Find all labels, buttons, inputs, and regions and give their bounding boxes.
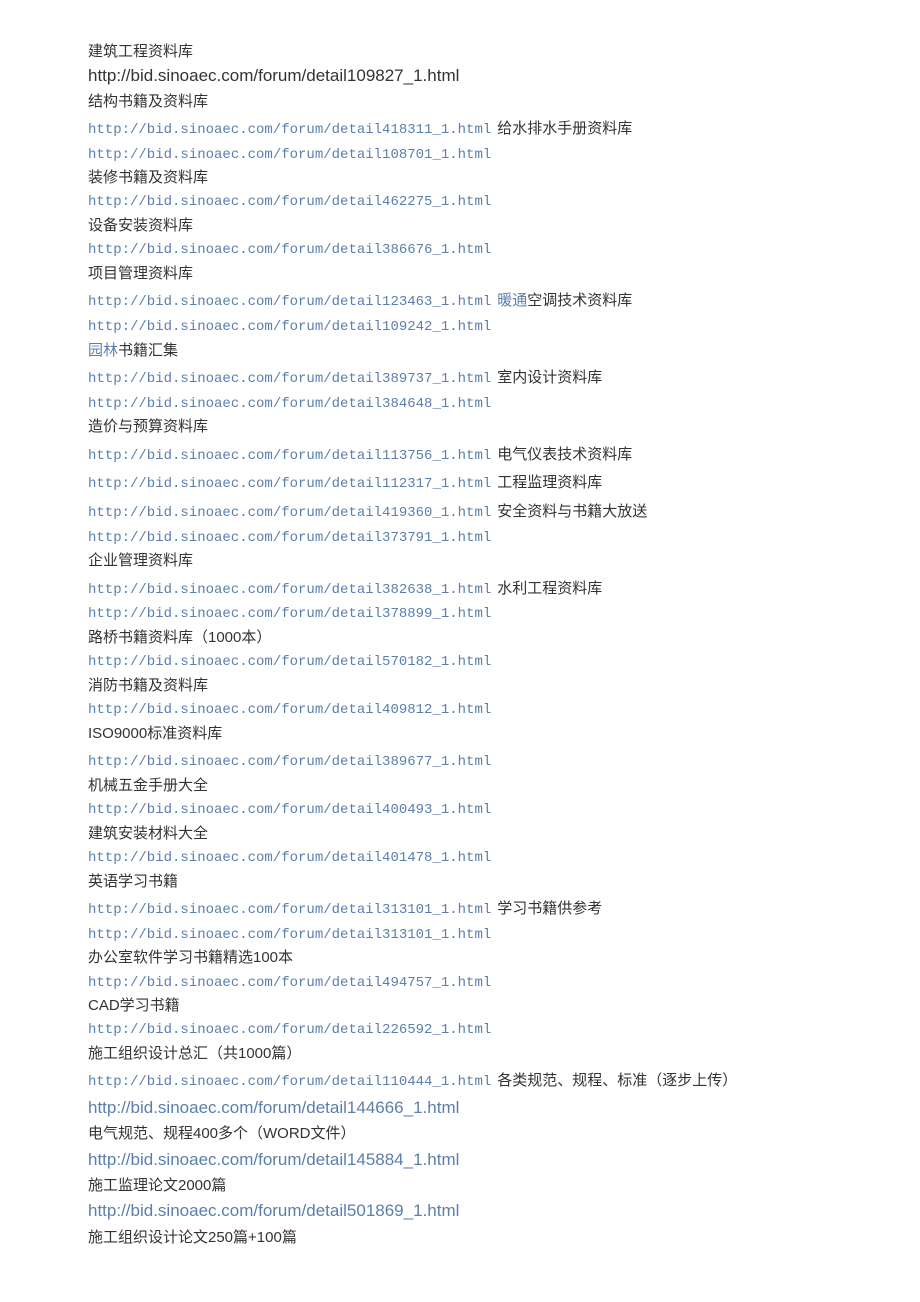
resource-label: 给水排水手册资料库 [497, 120, 632, 137]
highlighted-term: 园林 [88, 342, 118, 359]
highlighted-term: 暖通 [497, 292, 527, 309]
resource-label: 空调技术资料库 [527, 292, 632, 309]
resource-link[interactable]: http://bid.sinoaec.com/forum/detail37379… [88, 530, 491, 546]
resource-link[interactable]: http://bid.sinoaec.com/forum/detail38973… [88, 371, 491, 387]
heading: 建筑工程资料库 [88, 40, 920, 63]
resource-link[interactable]: http://bid.sinoaec.com/forum/detail38667… [88, 242, 491, 258]
heading: 英语学习书籍 [88, 870, 920, 893]
resource-link[interactable]: http://bid.sinoaec.com/forum/detail57018… [88, 654, 491, 670]
resource-label: 各类规范、规程、标准（逐步上传） [497, 1072, 737, 1089]
resource-label: 水利工程资料库 [497, 580, 602, 597]
resource-link[interactable]: http://bid.sinoaec.com/forum/detail37889… [88, 606, 491, 622]
resource-label: 电气仪表技术资料库 [497, 446, 632, 463]
resource-link[interactable]: http://bid.sinoaec.com/forum/detail14466… [88, 1095, 459, 1121]
heading: 机械五金手册大全 [88, 774, 920, 797]
heading: ISO9000标准资料库 [88, 722, 920, 745]
heading: 施工组织设计论文250篇+100篇 [88, 1226, 920, 1249]
heading: 项目管理资料库 [88, 262, 920, 285]
resource-link[interactable]: http://bid.sinoaec.com/forum/detail41831… [88, 122, 491, 138]
resource-link[interactable]: http://bid.sinoaec.com/forum/detail11044… [88, 1074, 491, 1090]
resource-link[interactable]: http://bid.sinoaec.com/forum/detail14588… [88, 1147, 459, 1173]
resource-link[interactable]: http://bid.sinoaec.com/forum/detail40981… [88, 702, 491, 718]
resource-link[interactable]: http://bid.sinoaec.com/forum/detail38464… [88, 396, 491, 412]
heading: 设备安装资料库 [88, 214, 920, 237]
resource-link[interactable]: http://bid.sinoaec.com/forum/detail38263… [88, 582, 491, 598]
resource-link[interactable]: http://bid.sinoaec.com/forum/detail10924… [88, 319, 491, 335]
resource-label: 学习书籍供参考 [497, 900, 602, 917]
resource-link[interactable]: http://bid.sinoaec.com/forum/detail46227… [88, 194, 491, 210]
resource-link[interactable]: http://bid.sinoaec.com/forum/detail10870… [88, 147, 491, 163]
heading: 结构书籍及资料库 [88, 90, 920, 113]
resource-link[interactable]: http://bid.sinoaec.com/forum/detail12346… [88, 294, 491, 310]
heading: 施工监理论文2000篇 [88, 1174, 920, 1197]
resource-link[interactable]: http://bid.sinoaec.com/forum/detail41936… [88, 505, 491, 521]
heading: CAD学习书籍 [88, 994, 920, 1017]
resource-link[interactable]: http://bid.sinoaec.com/forum/detail11375… [88, 448, 491, 464]
resource-link[interactable]: http://bid.sinoaec.com/forum/detail49475… [88, 975, 491, 991]
resource-label: 室内设计资料库 [497, 369, 602, 386]
resource-label: 工程监理资料库 [497, 474, 602, 491]
heading: 企业管理资料库 [88, 549, 920, 572]
heading: 消防书籍及资料库 [88, 674, 920, 697]
resource-link[interactable]: http://bid.sinoaec.com/forum/detail40049… [88, 802, 491, 818]
heading: 施工组织设计总汇（共1000篇） [88, 1042, 920, 1065]
document-content: 建筑工程资料库http://bid.sinoaec.com/forum/deta… [88, 40, 920, 1249]
resource-link[interactable]: http://bid.sinoaec.com/forum/detail22659… [88, 1022, 491, 1038]
resource-link[interactable]: http://bid.sinoaec.com/forum/detail50186… [88, 1198, 459, 1224]
resource-link[interactable]: http://bid.sinoaec.com/forum/detail40147… [88, 850, 491, 866]
resource-link[interactable]: http://bid.sinoaec.com/forum/detail11231… [88, 476, 491, 492]
heading: 路桥书籍资料库（1000本） [88, 626, 920, 649]
resource-link[interactable]: http://bid.sinoaec.com/forum/detail31310… [88, 902, 491, 918]
resource-link[interactable]: http://bid.sinoaec.com/forum/detail31310… [88, 927, 491, 943]
heading: 办公室软件学习书籍精选100本 [88, 946, 920, 969]
heading: 装修书籍及资料库 [88, 166, 920, 189]
heading-suffix: 书籍汇集 [118, 342, 178, 359]
heading-url: http://bid.sinoaec.com/forum/detail10982… [88, 63, 920, 89]
resource-label: 安全资料与书籍大放送 [497, 503, 647, 520]
heading: 电气规范、规程400多个（WORD文件） [88, 1122, 920, 1145]
heading: 园林书籍汇集 [88, 339, 920, 362]
resource-link[interactable]: http://bid.sinoaec.com/forum/detail38967… [88, 754, 491, 770]
heading: 建筑安装材料大全 [88, 822, 920, 845]
heading: 造价与预算资料库 [88, 415, 920, 438]
